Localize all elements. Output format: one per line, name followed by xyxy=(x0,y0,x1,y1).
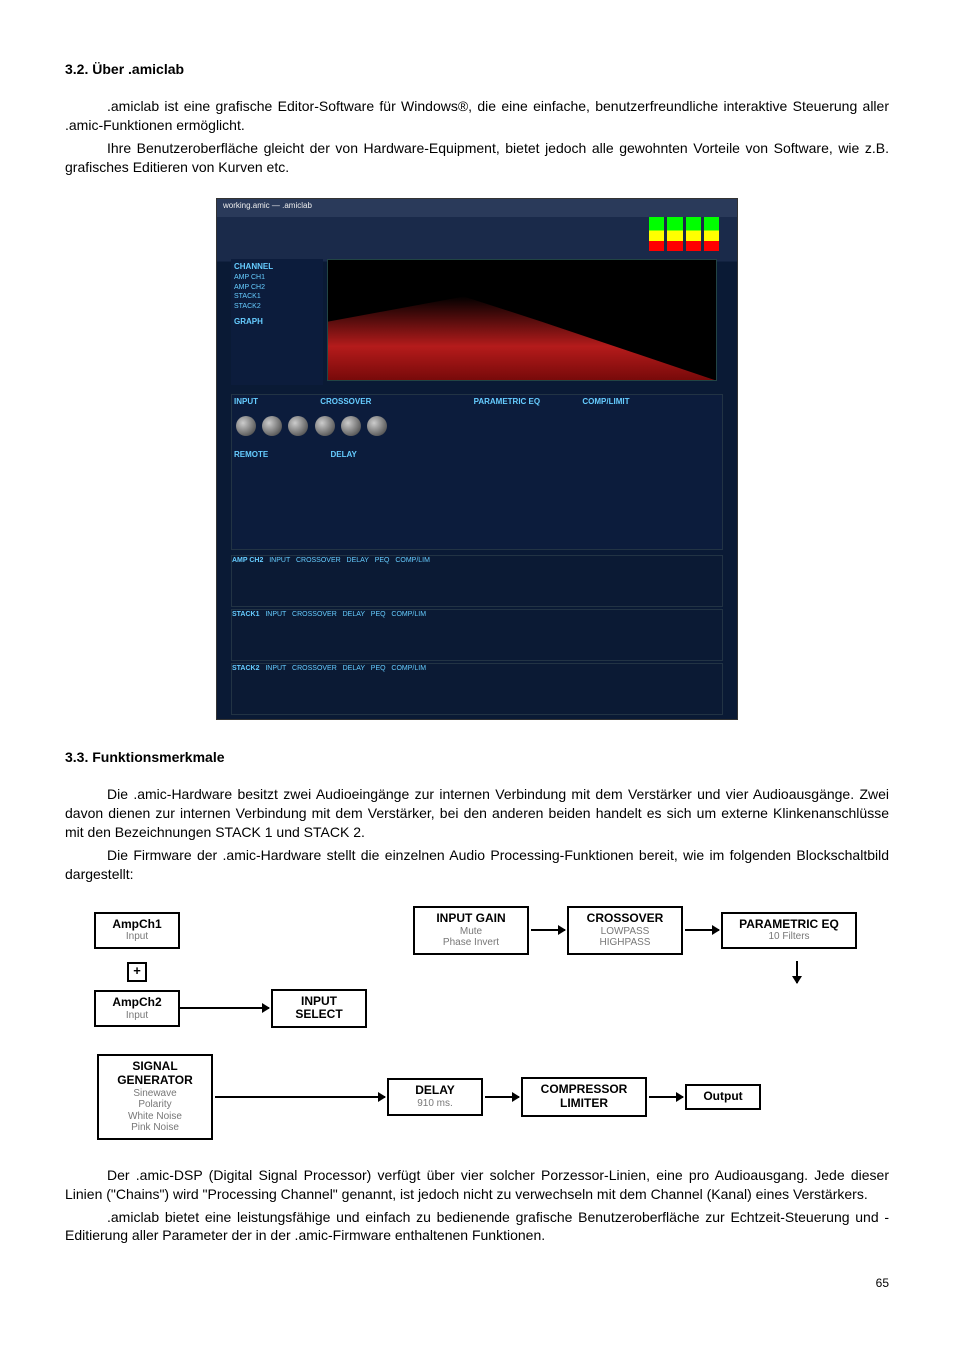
stack2-xover: CROSSOVER xyxy=(292,665,337,672)
bd-ampch1: AmpCh1 Input xyxy=(94,912,180,949)
page-number: 65 xyxy=(65,1275,889,1291)
graph-title: GRAPH xyxy=(234,317,320,328)
bd-delay: DELAY 910 ms. xyxy=(387,1078,483,1115)
s33-p2: Die Firmware der .amic-Hardware stellt d… xyxy=(65,846,889,884)
bd-peq: PARAMETRIC EQ 10 Filters xyxy=(721,912,857,949)
stack2-row[interactable]: STACK2 INPUT CROSSOVER DELAY PEQ COMP/LI… xyxy=(231,663,723,715)
ampch2-row[interactable]: AMP CH2 INPUT CROSSOVER DELAY PEQ COMP/L… xyxy=(231,555,723,607)
stack1-row[interactable]: STACK1 INPUT CROSSOVER DELAY PEQ COMP/LI… xyxy=(231,609,723,661)
after-p2: .amiclab bietet eine leistungsfähige und… xyxy=(65,1208,889,1246)
delay-title: DELAY xyxy=(330,450,356,459)
stack1-complim: COMP/LIM xyxy=(391,611,426,618)
arrow-icon xyxy=(531,929,565,931)
bd-complim: COMPRESSOR LIMITER xyxy=(521,1077,647,1117)
input-title: INPUT xyxy=(234,397,258,406)
stack1-xover: CROSSOVER xyxy=(292,611,337,618)
heading-3-3: 3.3. Funktionsmerkmale xyxy=(65,748,889,767)
knob-icon[interactable] xyxy=(236,416,256,436)
ampch1-detail-panel: INPUT CROSSOVER PARAMETRIC EQ COMP/LIMIT… xyxy=(231,394,723,550)
stack1-peq: PEQ xyxy=(371,611,386,618)
arrow-icon xyxy=(215,1096,385,1098)
knob-icon[interactable] xyxy=(262,416,282,436)
bd-plus: + xyxy=(127,962,147,982)
stack2-title: STACK2 xyxy=(232,665,259,672)
bd-inputgain: INPUT GAIN Mute Phase Invert xyxy=(413,906,529,955)
peq-title: PARAMETRIC EQ xyxy=(474,397,541,406)
amiclab-screenshot: working.amic — .amiclab CHANNEL AMP CH1 … xyxy=(216,198,738,720)
ampch2-complim: COMP/LIM xyxy=(395,557,430,564)
section-3-2-body: .amiclab ist eine grafische Editor-Softw… xyxy=(65,97,889,177)
eq-graph[interactable] xyxy=(327,259,717,381)
stack1-input: INPUT xyxy=(265,611,286,618)
s33-p1: Die .amic-Hardware besitzt zwei Audioein… xyxy=(65,785,889,842)
bd-siggen: SIGNAL GENERATOR Sinewave Polarity White… xyxy=(97,1054,213,1140)
knob-icon[interactable] xyxy=(341,416,361,436)
arrow-icon xyxy=(649,1096,683,1098)
complimit-title: COMP/LIMIT xyxy=(582,397,629,406)
stack2-complim: COMP/LIM xyxy=(391,665,426,672)
stack1-title: STACK1 xyxy=(232,611,259,618)
arrow-icon xyxy=(685,929,719,931)
block-diagram: AmpCh1 Input INPUT GAIN Mute Phase Inver… xyxy=(97,906,857,1140)
channel-title: CHANNEL xyxy=(234,262,320,273)
arrow-icon xyxy=(485,1096,519,1098)
side-ampch2[interactable]: AMP CH2 xyxy=(234,283,320,292)
knob-icon[interactable] xyxy=(288,416,308,436)
bd-crossover: CROSSOVER LOWPASS HIGHPASS xyxy=(567,906,683,955)
arrow-down-icon xyxy=(796,961,798,983)
knob-icon[interactable] xyxy=(367,416,387,436)
section-3-3-body: Die .amic-Hardware besitzt zwei Audioein… xyxy=(65,785,889,883)
stack2-peq: PEQ xyxy=(371,665,386,672)
arrow-icon xyxy=(179,1007,269,1009)
knob-icon[interactable] xyxy=(315,416,335,436)
ampch2-title: AMP CH2 xyxy=(232,557,263,564)
side-stack1[interactable]: STACK1 xyxy=(234,292,320,301)
ampch2-delay: DELAY xyxy=(347,557,369,564)
stack2-delay: DELAY xyxy=(343,665,365,672)
crossover-title: CROSSOVER xyxy=(320,397,371,406)
after-p1: Der .amic-DSP (Digital Signal Processor)… xyxy=(65,1166,889,1204)
stack1-delay: DELAY xyxy=(343,611,365,618)
side-stack2[interactable]: STACK2 xyxy=(234,302,320,311)
after-body: Der .amic-DSP (Digital Signal Processor)… xyxy=(65,1166,889,1246)
remote-title: REMOTE xyxy=(234,450,268,459)
ampch2-xover: CROSSOVER xyxy=(296,557,341,564)
stack2-input: INPUT xyxy=(265,665,286,672)
ampch2-input: INPUT xyxy=(269,557,290,564)
heading-3-2: 3.2. Über .amiclab xyxy=(65,60,889,79)
screenshot-titlebar: working.amic — .amiclab xyxy=(217,199,737,217)
s32-p2: Ihre Benutzeroberfläche gleicht der von … xyxy=(65,139,889,177)
channel-side-panel: CHANNEL AMP CH1 AMP CH2 STACK1 STACK2 GR… xyxy=(231,259,323,385)
side-ampch1[interactable]: AMP CH1 xyxy=(234,273,320,282)
ampch2-peq: PEQ xyxy=(375,557,390,564)
s32-p1: .amiclab ist eine grafische Editor-Softw… xyxy=(65,97,889,135)
bd-output: Output xyxy=(685,1084,761,1110)
bd-ampch2: AmpCh2 Input xyxy=(94,990,180,1027)
level-meters xyxy=(649,217,719,251)
bd-inputselect: INPUT SELECT xyxy=(271,989,367,1029)
